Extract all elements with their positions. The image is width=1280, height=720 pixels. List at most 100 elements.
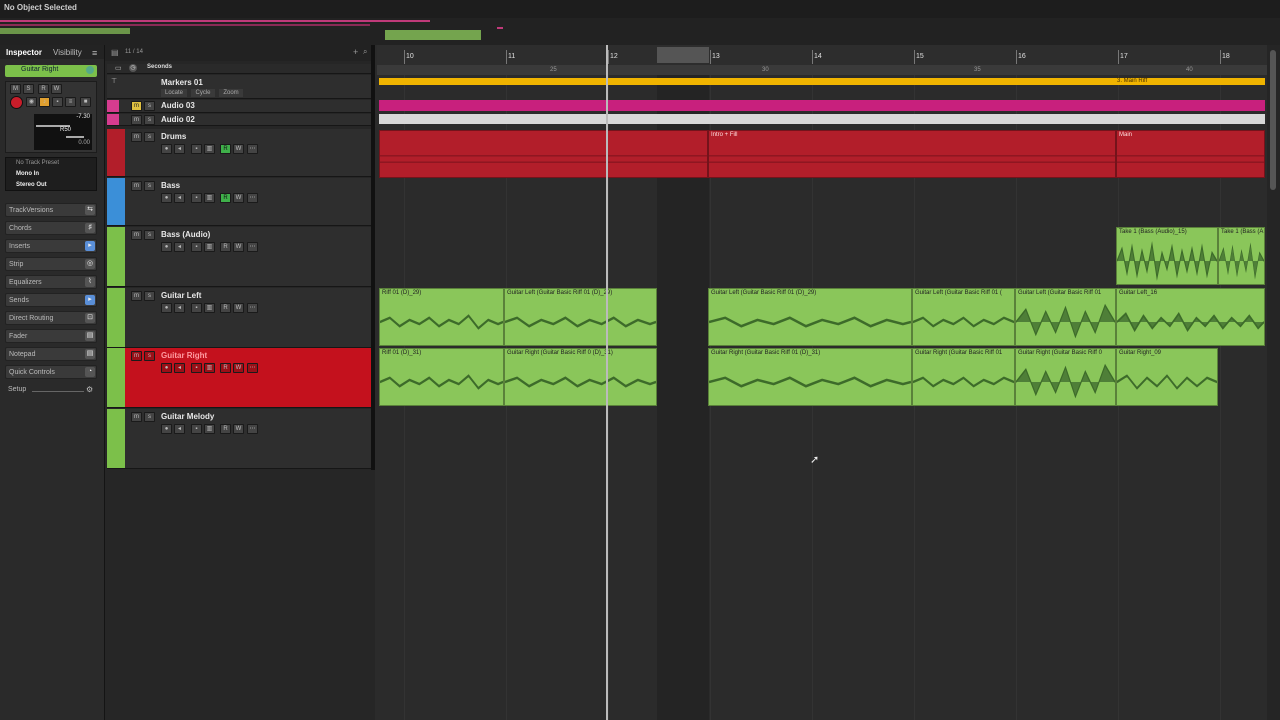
record-enable-button[interactable] xyxy=(10,96,23,109)
mute-button[interactable]: m xyxy=(131,291,142,301)
track-preset-label[interactable]: No Track Preset xyxy=(16,160,59,166)
guitar-right-clip[interactable]: Guitar Right (Guitar Basic Riff 01 (D)_3… xyxy=(708,348,912,406)
mute-button[interactable]: m xyxy=(131,181,142,191)
lock-button[interactable]: ▪ xyxy=(191,303,202,313)
edit-button[interactable]: ▥ xyxy=(204,144,215,154)
track-audio-02[interactable]: m s Audio 02 xyxy=(107,114,373,126)
vertical-scrollbar[interactable] xyxy=(1267,45,1280,720)
read-button[interactable]: R xyxy=(220,424,231,434)
monitor-button[interactable]: ◂ xyxy=(174,424,185,434)
mute-button[interactable]: m xyxy=(131,132,142,142)
drums-part[interactable] xyxy=(379,130,708,178)
write-button[interactable]: W xyxy=(233,303,244,313)
mute-button[interactable]: m xyxy=(131,115,142,125)
guitar-right-clip[interactable]: Guitar Right (Guitar Basic Riff 01 xyxy=(912,348,1015,406)
write-button[interactable]: W xyxy=(233,424,244,434)
guitar-left-clip[interactable]: Guitar Left (Guitar Basic Riff 01 (D)_29… xyxy=(504,288,657,346)
guitar-right-clip[interactable]: Guitar Right_09 xyxy=(1116,348,1218,406)
edit-button[interactable]: ▥ xyxy=(204,363,215,373)
ruler-track[interactable]: ▭ ◷ Seconds xyxy=(107,64,373,74)
seconds-ruler[interactable] xyxy=(377,65,1267,75)
event-display[interactable]: 3. Main Riff Intro + Fill Main Take 1 (B… xyxy=(377,45,1267,720)
more-button[interactable]: ⋯ xyxy=(247,242,258,252)
cycle-button[interactable]: Cycle xyxy=(191,89,215,97)
record-button[interactable]: ● xyxy=(161,144,172,154)
input-routing[interactable]: Mono In xyxy=(16,171,39,177)
lock-button[interactable]: ▪ xyxy=(52,97,63,107)
track-audio-03[interactable]: m s Audio 03 xyxy=(107,100,373,113)
section-direct-routing[interactable]: Direct Routing ⊡ xyxy=(5,311,97,325)
edit-button[interactable]: ▥ xyxy=(204,303,215,313)
write-button[interactable]: W xyxy=(233,193,244,203)
section-quick-controls[interactable]: Quick Controls ◔ xyxy=(5,365,97,379)
track-guitar-left[interactable]: m s Guitar Left ● ◂ ▪ ▥ R W ⋯ xyxy=(107,288,373,348)
guitar-right-clip[interactable]: Guitar Right (Guitar Basic Riff 0 (D)_31… xyxy=(504,348,657,406)
mute-button[interactable]: m xyxy=(131,230,142,240)
inspector-track-header[interactable]: Guitar Right xyxy=(5,65,97,77)
bass-take1-clip[interactable]: Take 1 (Bass (Audio)_15) xyxy=(1116,227,1218,285)
record-button[interactable]: ● xyxy=(161,363,172,373)
timeline-ruler[interactable]: 10 11 12 13 14 15 16 17 18 25 30 35 40 xyxy=(377,45,1267,75)
bass-take1b-clip[interactable]: Take 1 (Bass (A xyxy=(1218,227,1265,285)
monitor-button[interactable]: ◉ xyxy=(26,97,37,107)
marker-track[interactable]: ⊤ Markers 01 Locate Cycle Zoom xyxy=(107,75,373,99)
lock-button[interactable]: ▪ xyxy=(191,363,202,373)
section-strip[interactable]: Strip ◎ xyxy=(5,257,97,271)
section-equalizers[interactable]: Equalizers ⌇ xyxy=(5,275,97,289)
solo-button[interactable]: s xyxy=(144,291,155,301)
monitor-button[interactable]: ◂ xyxy=(174,193,185,203)
mute-button[interactable]: m xyxy=(131,412,142,422)
more-button[interactable]: ⋯ xyxy=(247,424,258,434)
loop-range[interactable] xyxy=(657,47,709,63)
track-guitar-right[interactable]: m s Guitar Right ● ◂ ▪ ▥ R W ⋯ xyxy=(107,348,373,408)
solo-button[interactable]: s xyxy=(144,115,155,125)
audio-02-clip[interactable] xyxy=(379,114,1265,124)
solo-button[interactable]: s xyxy=(144,351,155,361)
drums-main-part[interactable]: Main xyxy=(1116,130,1265,178)
playhead-cursor[interactable] xyxy=(606,45,608,720)
gear-icon[interactable]: ⚙ xyxy=(86,385,93,394)
edit-button[interactable]: ▥ xyxy=(204,242,215,252)
lanes-button[interactable]: ≡ xyxy=(65,97,76,107)
mute-button[interactable]: M xyxy=(10,84,21,94)
record-button[interactable]: ● xyxy=(161,193,172,203)
freeze-button[interactable]: ■ xyxy=(80,97,91,107)
monitor-button[interactable]: ◂ xyxy=(174,303,185,313)
guitar-left-clip[interactable]: Riff 01 (D)_29) xyxy=(379,288,504,346)
tracklist-divider[interactable] xyxy=(371,45,375,470)
section-trackversions[interactable]: TrackVersions ⇆ xyxy=(5,203,97,217)
lock-button[interactable]: ▪ xyxy=(191,193,202,203)
pan-slider[interactable] xyxy=(66,136,84,138)
read-button[interactable]: R xyxy=(220,363,231,373)
audio-03-clip[interactable] xyxy=(379,100,1265,111)
lock-button[interactable]: ▪ xyxy=(191,242,202,252)
monitor-button[interactable]: ◂ xyxy=(174,144,185,154)
project-overview[interactable] xyxy=(0,18,1280,45)
read-button[interactable]: R xyxy=(220,242,231,252)
section-notepad[interactable]: Notepad ▤ xyxy=(5,347,97,361)
edit-button[interactable]: ▥ xyxy=(204,424,215,434)
timebase-button[interactable]: ♪ xyxy=(39,97,50,107)
more-button[interactable]: ⋯ xyxy=(247,303,258,313)
menu-icon[interactable]: ≡ xyxy=(92,47,97,59)
guitar-left-clip[interactable]: Guitar Left (Guitar Basic Riff 01 xyxy=(1015,288,1116,346)
guitar-left-clip[interactable]: Guitar Left_16 xyxy=(1116,288,1265,346)
tab-inspector[interactable]: Inspector xyxy=(6,47,42,59)
more-button[interactable]: ⋯ xyxy=(247,144,258,154)
solo-button[interactable]: s xyxy=(144,132,155,142)
write-button[interactable]: W xyxy=(233,363,244,373)
section-sends[interactable]: Sends ▸ xyxy=(5,293,97,307)
solo-button[interactable]: s xyxy=(144,412,155,422)
more-button[interactable]: ⋯ xyxy=(247,363,258,373)
track-guitar-melody[interactable]: m s Guitar Melody ● ◂ ▪ ▥ R W ⋯ xyxy=(107,409,373,469)
guitar-left-clip[interactable]: Guitar Left (Guitar Basic Riff 01 ( xyxy=(912,288,1015,346)
record-button[interactable]: ● xyxy=(161,424,172,434)
write-button[interactable]: W xyxy=(51,84,62,94)
locate-button[interactable]: Locate xyxy=(161,89,187,97)
solo-button[interactable]: S xyxy=(23,84,34,94)
guitar-right-clip[interactable]: Guitar Right (Guitar Basic Riff 0 xyxy=(1015,348,1116,406)
record-button[interactable]: ● xyxy=(161,303,172,313)
read-button[interactable]: R xyxy=(220,193,231,203)
track-bass-audio[interactable]: m s Bass (Audio) ● ◂ ▪ ▥ R W ⋯ xyxy=(107,227,373,287)
section-fader[interactable]: Fader ▤ xyxy=(5,329,97,343)
